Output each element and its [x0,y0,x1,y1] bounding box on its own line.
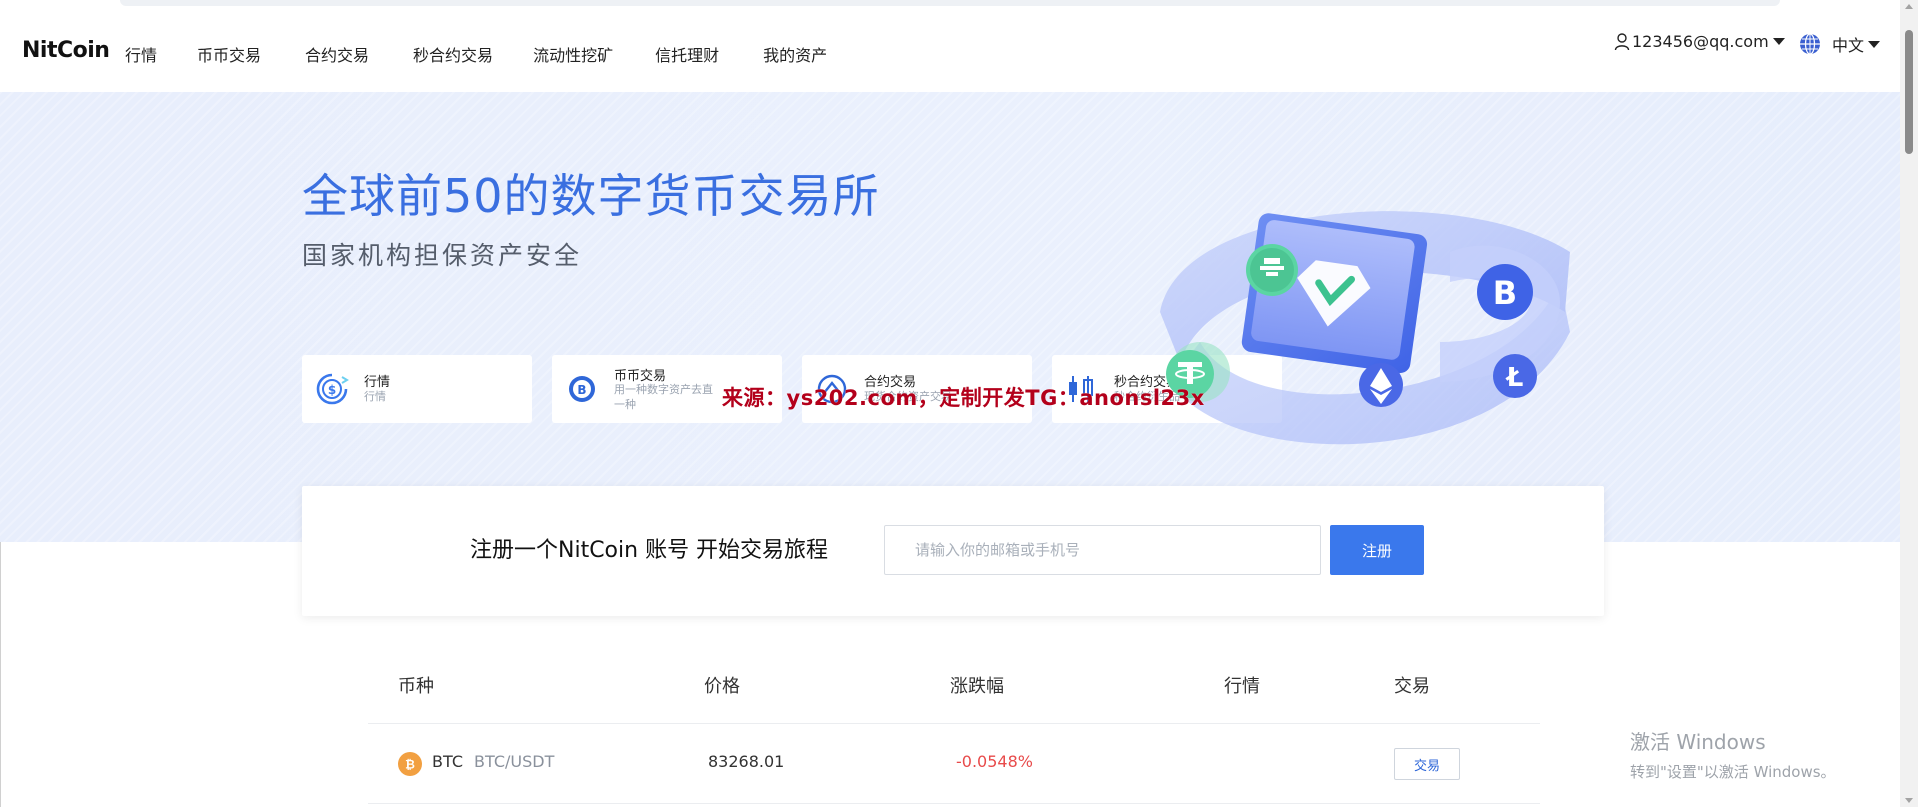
page: NitCoin 行情 币币交易 合约交易 秒合约交易 流动性挖矿 信托理财 我的… [0,0,1918,807]
coin-change: -0.0548% [956,752,1033,771]
column-trade: 交易 [1394,676,1430,697]
column-change: 涨跌幅 [950,676,1004,697]
chevron-down-icon [1772,38,1785,45]
market-table-header: 币种 价格 涨跌幅 行情 交易 [368,648,1540,724]
watermark-text: 来源：ys202.com，定制开发TG：anonsl23x [722,386,1205,410]
nav-item-trust-finance[interactable]: 信托理财 [655,42,719,66]
feature-card-market[interactable]: $ 行情 行情 [302,355,532,423]
scroll-up-icon[interactable] [1905,4,1913,9]
account-menu[interactable]: 123456@qq.com [1614,32,1785,51]
globe-icon [1800,33,1820,55]
page-scrollbar[interactable] [1900,0,1918,807]
nav-item-spot[interactable]: 币币交易 [197,42,261,66]
windows-activation-notice: 激活 Windows 转到"设置"以激活 Windows。 [1630,726,1836,782]
crypto-illustration: B Ł [1160,211,1570,445]
feature-card-title: 行情 [364,375,391,390]
register-input[interactable] [884,525,1321,575]
nav-item-my-assets[interactable]: 我的资产 [763,42,827,66]
btc-coin-icon: ₿ [398,752,422,776]
svg-text:Ł: Ł [1505,363,1524,393]
language-label: 中文 [1832,36,1865,55]
site-header: NitCoin 行情 币币交易 合约交易 秒合约交易 流动性挖矿 信托理财 我的… [0,12,1900,92]
column-quote: 行情 [1224,676,1260,697]
feature-card-desc: 行情 [364,390,386,403]
coin-symbol: BTC [432,752,463,771]
column-coin: 币种 [398,676,434,697]
svg-text:₿: ₿ [405,758,415,772]
main-nav: 行情 币币交易 合约交易 秒合约交易 流动性挖矿 信托理财 我的资产 [125,42,867,66]
nav-item-market[interactable]: 行情 [125,42,157,66]
nav-item-contract[interactable]: 合约交易 [305,42,369,66]
windows-activation-hint: 转到"设置"以激活 Windows。 [1630,763,1836,781]
register-panel: 注册一个NitCoin 账号 开始交易旅程 注册 [302,486,1604,616]
chevron-down-icon [1868,40,1881,48]
bitcoin-exchange-icon: B [569,376,595,402]
browser-tab-bar [120,0,1780,6]
coin-pair: BTC/USDT [474,752,555,771]
column-price: 价格 [704,676,740,697]
market-table: 币种 价格 涨跌幅 行情 交易 ₿ BTC BTC/USDT 83268.01 … [368,648,1540,804]
svg-text:B: B [577,383,586,397]
brand-logo[interactable]: NitCoin [22,38,110,63]
table-row[interactable]: ₿ BTC BTC/USDT 83268.01 -0.0548% 交易 [368,724,1540,804]
coin-price: 83268.01 [708,752,785,771]
scroll-down-icon[interactable] [1905,798,1913,803]
dollar-icon: $ [316,373,349,405]
nav-item-liquidity-mining[interactable]: 流动性挖矿 [533,42,613,66]
account-email: 123456@qq.com [1632,32,1769,51]
svg-text:$: $ [328,383,336,397]
browser-top-strip [0,0,1900,12]
trade-button[interactable]: 交易 [1394,748,1460,780]
hero-banner: 全球前50的数字货币交易所 国家机构担保资产安全 $ 行情 行情 B 币币交易 … [0,92,1900,542]
nav-item-second-contract[interactable]: 秒合约交易 [413,42,493,66]
hero-subtitle: 国家机构担保资产安全 [302,241,583,270]
register-prompt: 注册一个NitCoin 账号 开始交易旅程 [470,538,829,563]
register-button[interactable]: 注册 [1330,525,1424,575]
language-switcher[interactable]: 中文 [1798,32,1881,56]
scrollbar-thumb[interactable] [1905,30,1913,154]
windows-activation-title: 激活 Windows [1630,730,1766,754]
user-icon [1614,32,1630,50]
hero-title: 全球前50的数字货币交易所 [302,169,880,223]
svg-text:B: B [1493,274,1517,312]
